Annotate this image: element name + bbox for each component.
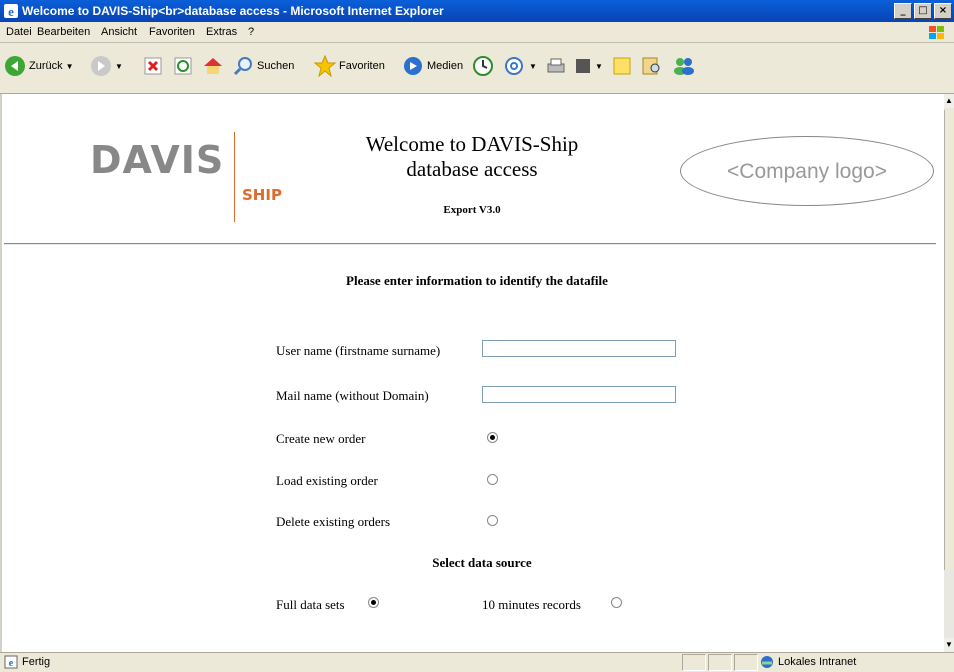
favorites-button[interactable]: Favoriten xyxy=(314,51,385,81)
delete-orders-label: Delete existing orders xyxy=(276,514,391,529)
window-title: Welcome to DAVIS-Ship<br>database access… xyxy=(22,4,444,18)
chevron-down-icon[interactable]: ▼ xyxy=(529,62,537,71)
search-button[interactable]: Suchen xyxy=(232,51,294,81)
research-icon xyxy=(642,57,660,75)
load-order-label: Load existing order xyxy=(276,473,378,488)
full-data-label: Full data sets xyxy=(276,597,345,612)
stop-icon xyxy=(144,57,162,75)
form-prompt: Please enter information to identify the… xyxy=(346,273,608,288)
security-zone-label: Lokales Intranet xyxy=(778,656,857,668)
svg-text:e: e xyxy=(9,658,14,669)
edit-icon xyxy=(576,59,590,73)
toolbar: Zurück ▼ ▼ Suchen Favoriten Medien ▼ ▼ xyxy=(0,43,954,94)
media-icon xyxy=(404,57,422,75)
status-text: Fertig xyxy=(22,656,51,668)
maximize-button[interactable]: □ xyxy=(914,3,932,19)
note-icon xyxy=(613,57,631,75)
menu-favoriten[interactable]: Favoriten xyxy=(149,26,195,38)
ship-logo: SHIP xyxy=(242,186,282,204)
menu-extras[interactable]: Extras xyxy=(206,26,237,38)
internet-explorer-icon: e xyxy=(4,4,18,19)
data-source-heading: Select data source xyxy=(432,555,532,570)
home-button[interactable] xyxy=(202,51,224,81)
menu-bearbeiten[interactable]: Bearbeiten xyxy=(37,26,90,38)
forward-arrow-icon xyxy=(91,56,111,76)
refresh-button[interactable] xyxy=(174,51,192,81)
minimize-button[interactable]: _ xyxy=(894,3,912,19)
status-pane xyxy=(682,654,706,671)
scroll-up-icon[interactable]: ▲ xyxy=(944,94,954,108)
ten-minutes-radio[interactable] xyxy=(611,597,622,608)
user-name-input[interactable] xyxy=(482,340,676,357)
search-icon xyxy=(233,57,252,76)
status-panes xyxy=(682,654,758,671)
menu-bar: Datei Bearbeiten Ansicht Favoriten Extra… xyxy=(0,22,954,43)
mail-button[interactable]: ▼ xyxy=(502,51,537,81)
windows-logo-icon xyxy=(929,26,944,39)
print-button[interactable] xyxy=(545,51,567,81)
scroll-down-icon[interactable]: ▼ xyxy=(944,638,954,652)
logo-divider xyxy=(234,132,235,222)
svg-text:e: e xyxy=(8,4,14,19)
security-zone: Lokales Intranet xyxy=(760,655,856,669)
menu-ansicht[interactable]: Ansicht xyxy=(101,26,137,38)
header-divider xyxy=(4,243,936,245)
intranet-zone-icon xyxy=(761,656,773,668)
research-button[interactable] xyxy=(640,51,662,81)
chevron-down-icon[interactable]: ▼ xyxy=(66,62,74,71)
full-data-radio[interactable] xyxy=(368,597,379,608)
edit-button[interactable]: ▼ xyxy=(574,51,603,81)
status-pane xyxy=(734,654,758,671)
create-order-label: Create new order xyxy=(276,431,366,446)
status-pane xyxy=(708,654,732,671)
status-bar: e Fertig Lokales Intranet xyxy=(0,652,954,672)
history-button[interactable] xyxy=(472,51,494,81)
menu-datei[interactable]: Datei xyxy=(6,26,32,38)
page-viewport: DAVIS SHIP Welcome to DAVIS-Ship databas… xyxy=(2,94,944,652)
messenger-button[interactable] xyxy=(672,51,696,81)
forward-button[interactable]: ▼ xyxy=(90,51,123,81)
media-button[interactable]: Medien xyxy=(402,51,463,81)
messenger-icon xyxy=(674,58,694,75)
notes-button[interactable] xyxy=(612,51,632,81)
version-label: Export V3.0 xyxy=(443,204,501,216)
refresh-icon xyxy=(174,57,192,75)
close-button[interactable]: × xyxy=(934,3,952,19)
delete-orders-radio[interactable] xyxy=(487,515,498,526)
user-name-label: User name (firstname surname) xyxy=(276,343,441,358)
chevron-down-icon[interactable]: ▼ xyxy=(595,62,603,71)
company-logo-placeholder: <Company logo> xyxy=(680,136,934,206)
ten-minutes-label: 10 minutes records xyxy=(482,597,581,612)
page-done-icon: e xyxy=(4,655,18,669)
star-icon xyxy=(314,55,336,77)
scroll-thumb[interactable] xyxy=(944,110,954,570)
window-title-bar[interactable]: e Welcome to DAVIS-Ship<br>database acce… xyxy=(0,0,954,22)
page-title: Welcome to DAVIS-Ship database access xyxy=(365,132,579,181)
mail-icon xyxy=(505,57,523,75)
mail-name-input[interactable] xyxy=(482,386,676,403)
stop-button[interactable] xyxy=(144,51,162,81)
back-button[interactable]: Zurück ▼ xyxy=(4,51,74,81)
vertical-scrollbar[interactable]: ▲ ▼ xyxy=(944,94,954,652)
printer-icon xyxy=(547,58,565,73)
load-order-radio[interactable] xyxy=(487,474,498,485)
history-icon xyxy=(473,56,493,76)
create-order-radio[interactable] xyxy=(487,432,498,443)
home-icon xyxy=(204,58,222,74)
chevron-down-icon[interactable]: ▼ xyxy=(115,62,123,71)
back-arrow-icon xyxy=(5,56,25,76)
davis-logo: DAVIS xyxy=(90,138,225,182)
mail-name-label: Mail name (without Domain) xyxy=(276,388,429,403)
menu-help[interactable]: ? xyxy=(248,26,254,38)
